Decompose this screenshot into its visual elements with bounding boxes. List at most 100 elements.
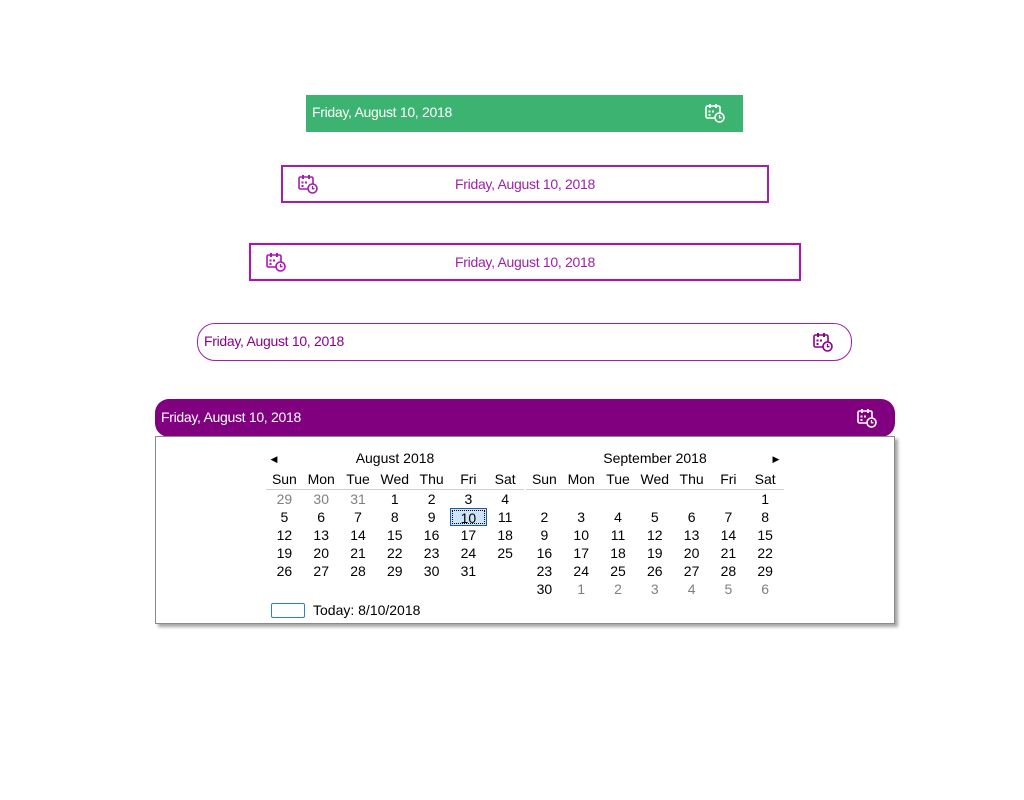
day-cell[interactable]: 25 (487, 544, 524, 562)
days-of-week-row: Sun Mon Tue Wed Thu Fri Sat (526, 469, 784, 490)
today-label: Today: 8/10/2018 (313, 602, 421, 618)
day-cell[interactable]: 15 (376, 526, 413, 544)
day-cell[interactable]: 15 (747, 526, 784, 544)
trailing-day-cell[interactable]: 1 (563, 580, 600, 598)
day-cell[interactable]: 17 (563, 544, 600, 562)
day-cell[interactable]: 4 (487, 490, 524, 508)
day-cell[interactable]: 18 (487, 526, 524, 544)
week-row: 26 27 28 29 30 31 (266, 562, 524, 580)
day-cell[interactable]: 12 (636, 526, 673, 544)
date-picker-value: Friday, August 10, 2018 (204, 333, 344, 349)
day-cell[interactable]: 21 (710, 544, 747, 562)
day-cell[interactable]: 27 (673, 562, 710, 580)
day-cell[interactable]: 31 (450, 562, 487, 580)
day-cell[interactable]: 19 (636, 544, 673, 562)
day-cell[interactable]: 21 (340, 544, 377, 562)
day-cell[interactable]: 16 (526, 544, 563, 562)
day-cell[interactable]: 6 (303, 508, 340, 526)
trailing-day-cell[interactable]: 4 (673, 580, 710, 598)
calendar-clock-icon[interactable] (705, 103, 725, 123)
day-cell[interactable]: 30 (413, 562, 450, 580)
day-cell[interactable]: 22 (376, 544, 413, 562)
day-cell[interactable]: 27 (303, 562, 340, 580)
day-cell[interactable]: 1 (747, 490, 784, 508)
day-cell[interactable]: 28 (340, 562, 377, 580)
trailing-day-cell[interactable]: 3 (636, 580, 673, 598)
day-cell[interactable]: 22 (747, 544, 784, 562)
day-of-week-label: Sun (531, 471, 557, 487)
week-row: 23 24 25 26 27 28 29 (526, 562, 784, 580)
trailing-day-cell[interactable]: 29 (266, 490, 303, 508)
empty-day-cell (526, 490, 563, 508)
day-cell[interactable]: 11 (600, 526, 637, 544)
week-row (266, 580, 524, 598)
date-picker-filled-open[interactable]: Friday, August 10, 2018 (155, 399, 895, 437)
day-cell[interactable]: 12 (266, 526, 303, 544)
week-row: 16 17 18 19 20 21 22 (526, 544, 784, 562)
day-cell[interactable]: 2 (413, 490, 450, 508)
day-cell[interactable]: 1 (376, 490, 413, 508)
day-cell[interactable]: 30 (526, 580, 563, 598)
day-cell[interactable]: 3 (563, 508, 600, 526)
empty-day-cell (303, 580, 340, 598)
day-cell[interactable]: 3 (450, 490, 487, 508)
day-of-week-label: Tue (346, 471, 370, 487)
month-grid: 1 2 3 4 5 6 7 8 9 10 11 12 13 14 15 16 17 18 19 20 21 22 23 24 2… (526, 490, 784, 598)
day-cell[interactable]: 10 (563, 526, 600, 544)
empty-day-cell (563, 490, 600, 508)
day-cell[interactable]: 29 (747, 562, 784, 580)
day-cell[interactable]: 18 (600, 544, 637, 562)
day-cell[interactable]: 8 (747, 508, 784, 526)
date-picker-outlined[interactable]: Friday, August 10, 2018 (281, 165, 769, 203)
day-cell[interactable]: 20 (303, 544, 340, 562)
day-cell[interactable]: 11 (487, 508, 524, 526)
day-cell[interactable]: 5 (636, 508, 673, 526)
day-cell[interactable]: 26 (266, 562, 303, 580)
day-cell[interactable]: 8 (376, 508, 413, 526)
day-cell[interactable]: 7 (340, 508, 377, 526)
calendar-clock-icon[interactable] (857, 408, 877, 428)
day-cell[interactable]: 7 (710, 508, 747, 526)
selected-day-cell[interactable]: 10 (449, 508, 487, 526)
empty-day-cell (487, 562, 524, 580)
date-picker-green[interactable]: Friday, August 10, 2018 (306, 95, 743, 132)
month-grid: 29 30 31 1 2 3 4 5 6 7 8 9 10 11 12 13 14 15 16 17 18 19 20 21 2… (266, 490, 524, 598)
day-cell[interactable]: 9 (526, 526, 563, 544)
trailing-day-cell[interactable]: 2 (600, 580, 637, 598)
day-cell[interactable]: 16 (413, 526, 450, 544)
date-picker-rounded[interactable]: Friday, August 10, 2018 (197, 323, 852, 361)
day-cell[interactable]: 23 (413, 544, 450, 562)
trailing-day-cell[interactable]: 31 (340, 490, 377, 508)
empty-day-cell (340, 580, 377, 598)
day-cell[interactable]: 24 (450, 544, 487, 562)
day-cell[interactable]: 29 (376, 562, 413, 580)
day-cell[interactable]: 17 (450, 526, 487, 544)
trailing-day-cell[interactable]: 5 (710, 580, 747, 598)
trailing-day-cell[interactable]: 6 (747, 580, 784, 598)
day-of-week-label: Sat (494, 471, 516, 487)
day-cell[interactable]: 13 (303, 526, 340, 544)
day-cell[interactable]: 20 (673, 544, 710, 562)
day-cell[interactable]: 5 (266, 508, 303, 526)
trailing-day-cell[interactable]: 30 (303, 490, 340, 508)
empty-day-cell (450, 580, 487, 598)
day-cell[interactable]: 2 (526, 508, 563, 526)
day-cell[interactable]: 14 (710, 526, 747, 544)
day-cell[interactable]: 26 (636, 562, 673, 580)
day-cell[interactable]: 6 (673, 508, 710, 526)
day-cell[interactable]: 13 (673, 526, 710, 544)
day-cell[interactable]: 25 (600, 562, 637, 580)
day-cell[interactable]: 24 (563, 562, 600, 580)
day-cell[interactable]: 19 (266, 544, 303, 562)
day-cell[interactable]: 9 (413, 508, 450, 526)
date-picker-outlined-wide[interactable]: Friday, August 10, 2018 (249, 243, 801, 281)
today-link[interactable]: Today: 8/10/2018 (271, 600, 420, 620)
empty-day-cell (600, 490, 637, 508)
week-row: 2345678 (526, 508, 784, 526)
calendar-clock-icon[interactable] (813, 332, 833, 352)
day-cell[interactable]: 28 (710, 562, 747, 580)
day-cell[interactable]: 14 (340, 526, 377, 544)
month-august: August 2018 Sun Mon Tue Wed Thu Fri Sat 29 30 31… (266, 447, 524, 598)
day-cell[interactable]: 4 (600, 508, 637, 526)
day-cell[interactable]: 23 (526, 562, 563, 580)
